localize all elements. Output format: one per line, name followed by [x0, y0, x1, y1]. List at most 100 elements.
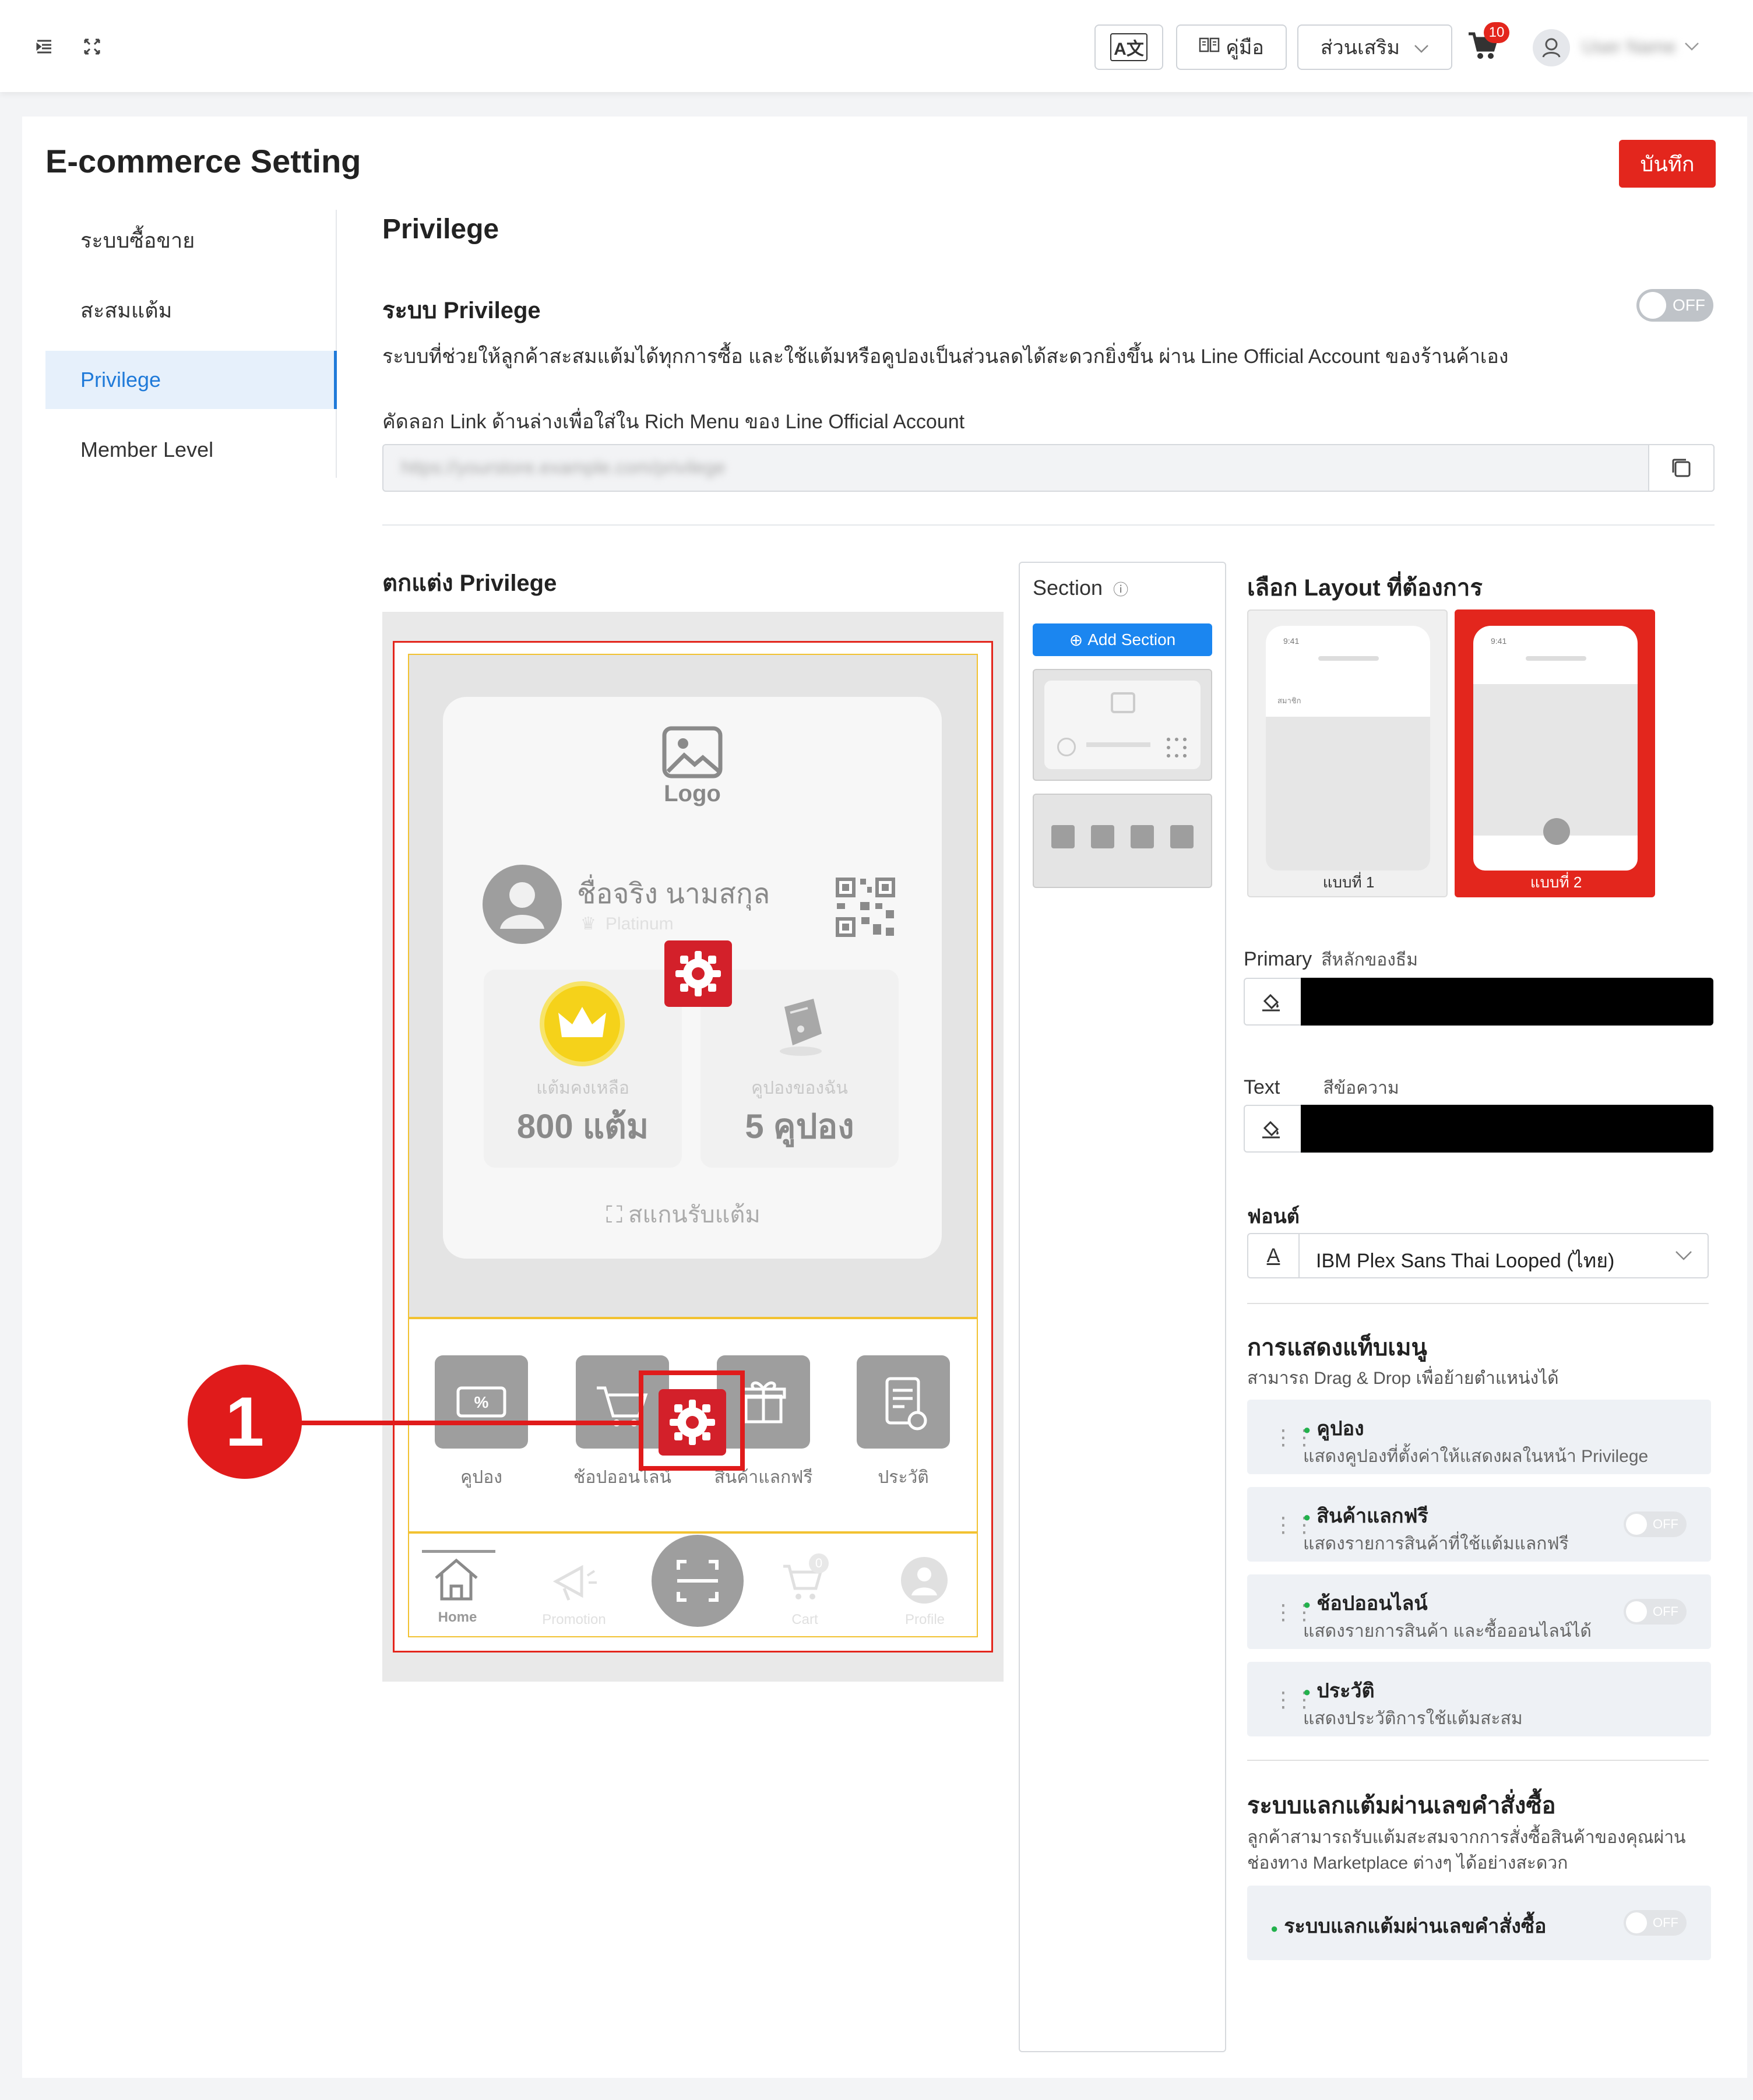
tab-item-desc: แสดงรายการสินค้า และซื้อออนไลน์ได้ [1303, 1622, 1592, 1641]
coupon-icon: % [456, 1386, 506, 1418]
image-icon [1111, 692, 1135, 713]
mock-scan-button [1543, 818, 1570, 845]
section-panel-title: Section ⓘ [1033, 576, 1128, 600]
section-thumb-menu[interactable] [1033, 794, 1212, 888]
manual-label: คู่มือ [1226, 37, 1264, 59]
primary-desc: สีหลักของธีม [1321, 950, 1418, 970]
section-panel [1019, 562, 1226, 2052]
tab-item-coupon[interactable]: ⋮⋮ คูปอง แสดงคูปองที่ตั้งค่าให้แสดงผลในห… [1247, 1400, 1711, 1474]
toggle-label: OFF [1653, 1915, 1678, 1930]
text-desc: สีข้อความ [1323, 1079, 1399, 1098]
collapse-menu-icon[interactable] [34, 36, 55, 57]
nav-label: Profile [904, 1612, 945, 1627]
primary-label-text: Primary [1244, 948, 1312, 970]
thumb-tile [1170, 825, 1194, 848]
order-points-item-text: ระบบแลกแต้มผ่านเลขคำสั่งซื้อ [1284, 1915, 1547, 1937]
cart-icon: 0 [780, 1553, 829, 1605]
nav-label: Promotion [542, 1612, 606, 1627]
link-value: https://yourstore.example.com/privilege [401, 457, 726, 478]
qr-code-icon[interactable] [835, 876, 896, 938]
layout-title: เลือก Layout ที่ต้องการ [1247, 575, 1483, 601]
member-name: ชื่อจริง นามสกุล [577, 879, 770, 910]
toggle-label: OFF [1653, 1604, 1678, 1619]
divider [382, 524, 1715, 526]
manual-button[interactable]: คู่มือ [1176, 24, 1287, 70]
thumb-line [1086, 742, 1150, 747]
tab-item-toggle[interactable]: OFF [1624, 1511, 1687, 1537]
paint-bucket-icon [1260, 991, 1282, 1017]
text-color-swatch[interactable] [1301, 1105, 1713, 1153]
tab-item-toggle[interactable]: OFF [1624, 1599, 1687, 1625]
sidebar-item-points[interactable]: สะสมแต้ม [45, 281, 337, 339]
section-thumb-header[interactable] [1033, 669, 1212, 781]
fullscreen-icon[interactable] [82, 36, 103, 57]
order-points-toggle[interactable]: OFF [1624, 1910, 1687, 1936]
layout-option-1[interactable]: 9:41 สมาชิก แบบที่ 1 [1247, 609, 1448, 897]
scan-center-button [652, 1535, 744, 1627]
chevron-down-icon [1414, 36, 1429, 59]
order-points-desc-2: ช่องทาง Marketplace ต่างๆ ได้อย่างสะดวก [1247, 1854, 1568, 1873]
edit-section-gear-button[interactable] [664, 940, 732, 1007]
thumb-tile [1051, 825, 1075, 848]
link-field[interactable]: https://yourstore.example.com/privilege [382, 444, 1715, 492]
sidebar-item-privilege[interactable]: Privilege [45, 351, 337, 409]
mock-url-bar [1526, 656, 1586, 661]
language-button[interactable]: A文 [1094, 24, 1163, 70]
thumb-tile [1091, 825, 1114, 848]
info-icon[interactable]: ⓘ [1113, 581, 1128, 598]
primary-color-picker[interactable] [1244, 978, 1713, 1026]
points-label: แต้มคงเหลือ [536, 1079, 629, 1098]
privilege-system-toggle[interactable]: OFF [1636, 289, 1713, 322]
primary-color-swatch[interactable] [1301, 978, 1713, 1026]
tab-item-title: คูปอง [1303, 1412, 1364, 1444]
sidebar-item-trading[interactable]: ระบบซื้อขาย [45, 211, 337, 269]
copy-link-label: คัดลอก Link ด้านล่างเพื่อใส่ใน Rich Menu… [382, 411, 965, 433]
profile-icon [901, 1557, 948, 1604]
logo-text: Logo [664, 781, 721, 806]
font-icon-box: A [1248, 1234, 1300, 1277]
font-select[interactable]: A IBM Plex Sans Thai Looped (ไทย) [1247, 1233, 1709, 1278]
copy-button[interactable] [1648, 444, 1715, 492]
cart-count-badge: 10 [1484, 22, 1509, 43]
scan-points-link[interactable]: ⛶ สแกนรับแต้ม [606, 1196, 761, 1233]
addons-dropdown[interactable]: ส่วนเสริม [1297, 24, 1452, 70]
font-select-value: IBM Plex Sans Thai Looped (ไทย) [1316, 1250, 1615, 1272]
tab-item-free-gift[interactable]: ⋮⋮ สินค้าแลกฟรี แสดงรายการสินค้าที่ใช้แต… [1247, 1487, 1711, 1562]
megaphone-icon [550, 1558, 599, 1605]
add-section-button[interactable]: ⊕ Add Section [1033, 623, 1212, 656]
order-points-item[interactable]: ● ระบบแลกแต้มผ่านเลขคำสั่งซื้อ OFF [1247, 1886, 1711, 1960]
text-color-label: Text สีข้อความ [1244, 1074, 1399, 1102]
sidebar-item-member-level[interactable]: Member Level [45, 421, 337, 479]
text-color-picker[interactable] [1244, 1105, 1713, 1153]
save-button[interactable]: บันทึก [1619, 140, 1716, 188]
divider [1247, 1760, 1709, 1761]
tab-item-shop-online[interactable]: ⋮⋮ ช้อปออนไลน์ แสดงรายการสินค้า และซื้ออ… [1247, 1574, 1711, 1649]
coupons-value: 5 คูปอง [745, 1108, 854, 1146]
tab-item-title: ช้อปออนไลน์ [1303, 1587, 1427, 1619]
layout-option-2[interactable]: 9:41 แบบที่ 2 [1455, 609, 1655, 897]
user-icon [500, 882, 544, 929]
phone-mock: 9:41 สมาชิก [1266, 626, 1430, 871]
tab-item-history[interactable]: ⋮⋮ ประวัติ แสดงประวัติการใช้แต้มสะสม [1247, 1662, 1711, 1736]
tab-menu-title: การแสดงแท็บเมนู [1247, 1335, 1427, 1361]
user-name: User Name [1582, 36, 1676, 57]
edit-menu-gear-button[interactable] [659, 1389, 726, 1456]
home-icon [431, 1556, 481, 1602]
tab-item-desc: แสดงคูปองที่ตั้งค่าให้แสดงผลในหน้า Privi… [1303, 1447, 1649, 1466]
addons-label: ส่วนเสริม [1320, 37, 1400, 59]
phone-mock: 9:41 [1473, 626, 1638, 871]
chevron-down-icon [1675, 1250, 1692, 1264]
sidebar-item-label: สะสมแต้ม [80, 298, 173, 322]
chevron-down-icon [1684, 42, 1699, 54]
order-points-desc-1: ลูกค้าสามารถรับแต้มสะสมจากการสั่งซื้อสิน… [1247, 1828, 1686, 1847]
gear-icon [675, 951, 721, 996]
user-menu[interactable]: User Name [1533, 27, 1708, 69]
divider [1247, 1303, 1709, 1304]
qr-code-icon [1167, 738, 1187, 757]
status-dot: ● [1270, 1921, 1279, 1936]
privilege-system-description: ระบบที่ช่วยให้ลูกค้าสะสมแต้มได้ทุกการซื้… [382, 346, 1509, 368]
sidebar-item-label: Privilege [80, 368, 161, 392]
cart-button[interactable]: 10 [1466, 22, 1509, 66]
privilege-system-title: ระบบ Privilege [382, 298, 541, 323]
tab-item-title: ประวัติ [1303, 1675, 1374, 1706]
